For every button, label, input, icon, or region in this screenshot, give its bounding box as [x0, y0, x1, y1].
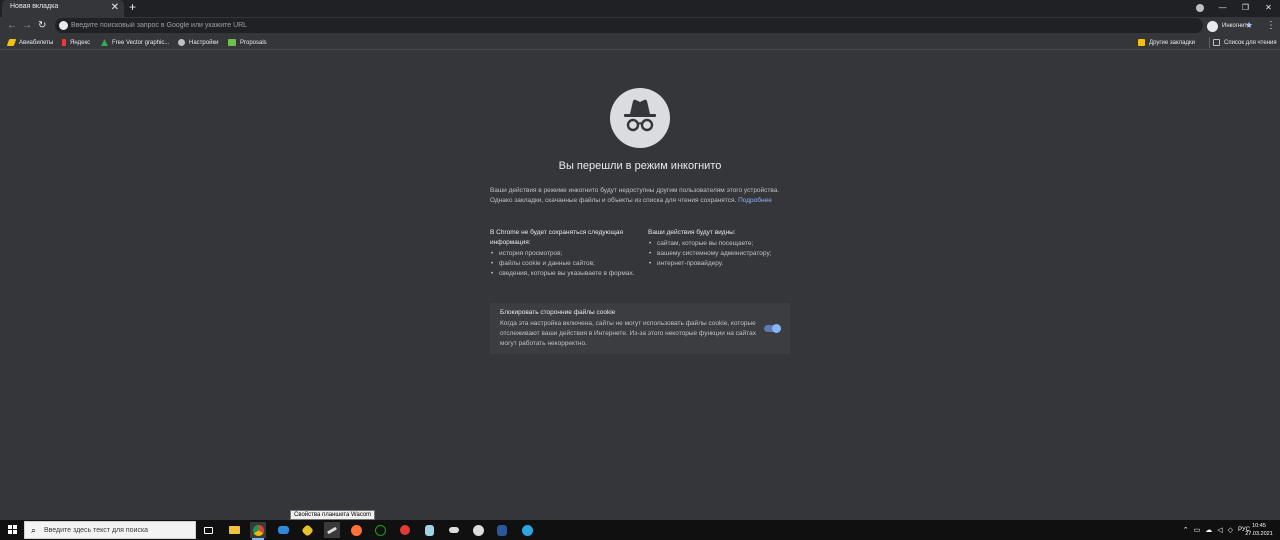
list-item: файлы cookie и данные сайтов; — [490, 259, 640, 269]
not-saved-list: история просмотров; файлы cookie и данны… — [490, 249, 640, 279]
bookmark-item[interactable]: Настройки — [178, 37, 218, 48]
telegram-icon[interactable] — [519, 522, 535, 538]
bookmarks-bar: Авиабилеты Яндекс Free Vector graphic...… — [0, 35, 1280, 50]
plane-icon — [6, 39, 17, 46]
chevron-up-icon[interactable]: ⌃ — [1183, 526, 1189, 534]
tab-close-icon[interactable]: ✕ — [111, 1, 119, 14]
clock-app-icon[interactable] — [470, 522, 486, 538]
windows-start-icon[interactable] — [4, 520, 22, 540]
taskbar: ⌕ ⌃ ▭ ☁ ◁ ◇ РУС 10:45 27.03.2021 — [0, 520, 1280, 540]
reading-list[interactable]: Список для чтения — [1209, 37, 1277, 48]
not-saved-section: В Chrome не будет сохраняться следующая … — [490, 228, 640, 279]
reload-button[interactable]: ↻ — [38, 18, 46, 34]
back-button[interactable]: ← — [7, 18, 17, 34]
system-tray: ⌃ ▭ ☁ ◁ ◇ РУС — [1178, 520, 1250, 540]
google-icon — [59, 21, 68, 30]
intro-text: Ваши действия в режиме инкогнито будут н… — [490, 186, 790, 206]
dropbox-icon[interactable]: ◇ — [1228, 526, 1233, 534]
tab-title: Новая вкладка — [10, 3, 59, 10]
wacom-icon[interactable] — [324, 522, 340, 538]
folder-icon — [1138, 39, 1145, 46]
tab-new-tab[interactable]: Новая вкладка ✕ — [2, 0, 124, 17]
list-item: вашему системному администратору; — [648, 249, 798, 259]
not-saved-title: В Chrome не будет сохраняться следующая … — [490, 229, 623, 246]
cloud-icon[interactable]: ☁ — [1205, 526, 1212, 534]
extension-icon[interactable] — [1196, 4, 1204, 12]
network-icon[interactable]: ▭ — [1194, 526, 1201, 534]
list-item: сведения, которые вы указываете в формах… — [490, 269, 640, 279]
intro-paragraph: Ваши действия в режиме инкогнито будут н… — [490, 187, 780, 204]
maximize-button[interactable]: ❐ — [1234, 0, 1257, 17]
minimize-button[interactable]: — — [1211, 0, 1234, 17]
bookmark-label: Free Vector graphic... — [112, 39, 170, 46]
tab-strip: Новая вкладка ✕ + — ❐ ✕ — [0, 0, 1280, 17]
visible-section: Ваши действия будут видны: сайтам, котор… — [648, 228, 798, 269]
learn-more-link[interactable]: Подробнее — [738, 197, 772, 204]
reading-list-icon — [1213, 39, 1220, 46]
taskbar-search-input[interactable] — [44, 524, 192, 536]
toolbar: ← → ↻ ★ Инкогнито ⋮ — [0, 17, 1280, 35]
mail-icon[interactable] — [275, 522, 291, 538]
visible-title: Ваши действия будут видны: — [648, 229, 736, 236]
clock-date: 27.03.2021 — [1245, 531, 1273, 537]
bookmark-item[interactable]: Proposals — [228, 37, 267, 48]
tooltip: Свойства планшета Wacom — [290, 510, 376, 520]
forward-button[interactable]: → — [22, 18, 32, 34]
profile-label: Инкогнито — [1222, 23, 1251, 29]
clock[interactable]: 10:45 27.03.2021 — [1245, 522, 1273, 538]
profile-button[interactable]: Инкогнито — [1207, 19, 1251, 33]
omnibox[interactable]: ★ — [55, 18, 1253, 33]
task-view-icon[interactable] — [200, 522, 216, 538]
list-item: интернет-провайдеру. — [648, 259, 798, 269]
bookmark-label: Proposals — [240, 39, 267, 46]
bookmark-label: Яндекс — [70, 39, 91, 46]
page-title: Вы перешли в режим инкогнито — [558, 160, 722, 172]
bookmark-label: Авиабилеты — [19, 39, 54, 46]
file-explorer-icon[interactable] — [226, 522, 242, 538]
red-app-icon[interactable] — [397, 522, 413, 538]
bookmark-item[interactable]: Free Vector graphic... — [101, 37, 169, 48]
gear-icon — [178, 39, 185, 46]
list-item: история просмотров; — [490, 249, 640, 259]
incognito-avatar-icon — [1207, 20, 1218, 32]
volume-icon[interactable]: ◁ — [1217, 526, 1222, 534]
proposals-icon — [228, 39, 236, 46]
visible-list: сайтам, которые вы посещаете; вашему сис… — [648, 239, 798, 269]
word-icon[interactable] — [494, 522, 510, 538]
taskbar-search[interactable]: ⌕ — [24, 521, 196, 539]
close-window-button[interactable]: ✕ — [1257, 0, 1280, 17]
reading-list-label: Список для чтения — [1224, 39, 1277, 46]
omnibox-input[interactable] — [71, 19, 1171, 32]
cookie-toggle[interactable] — [764, 324, 781, 333]
other-bookmarks-label: Другие закладки — [1149, 39, 1195, 46]
cookie-description: Когда эта настройка включена, сайты не м… — [500, 320, 756, 347]
list-item: сайтам, которые вы посещаете; — [648, 239, 798, 249]
other-bookmarks[interactable]: Другие закладки — [1138, 37, 1195, 48]
cookie-block-card: Блокировать сторонние файлы cookie Когда… — [490, 303, 790, 354]
incognito-logo-icon — [610, 88, 670, 148]
new-tab-button[interactable]: + — [129, 1, 136, 14]
vector-icon — [101, 39, 108, 46]
bookmark-item[interactable]: Авиабилеты — [6, 37, 54, 48]
firefox-icon[interactable] — [348, 522, 364, 538]
bookmark-label: Настройки — [189, 39, 219, 46]
search-icon: ⌕ — [31, 525, 37, 535]
upwork-icon[interactable] — [372, 522, 388, 538]
app-icon[interactable] — [299, 522, 315, 538]
window-controls: — ❐ ✕ — [1211, 0, 1280, 17]
chrome-icon[interactable] — [250, 522, 266, 540]
yandex-icon — [62, 39, 66, 46]
menu-button[interactable]: ⋮ — [1266, 18, 1276, 34]
toggle-knob — [772, 324, 781, 333]
tool-icon[interactable] — [446, 522, 462, 538]
notes-icon[interactable] — [421, 522, 437, 538]
cookie-title: Блокировать сторонние файлы cookie — [500, 309, 616, 316]
bookmark-item[interactable]: Яндекс — [62, 37, 90, 48]
clock-time: 10:45 — [1252, 523, 1266, 529]
